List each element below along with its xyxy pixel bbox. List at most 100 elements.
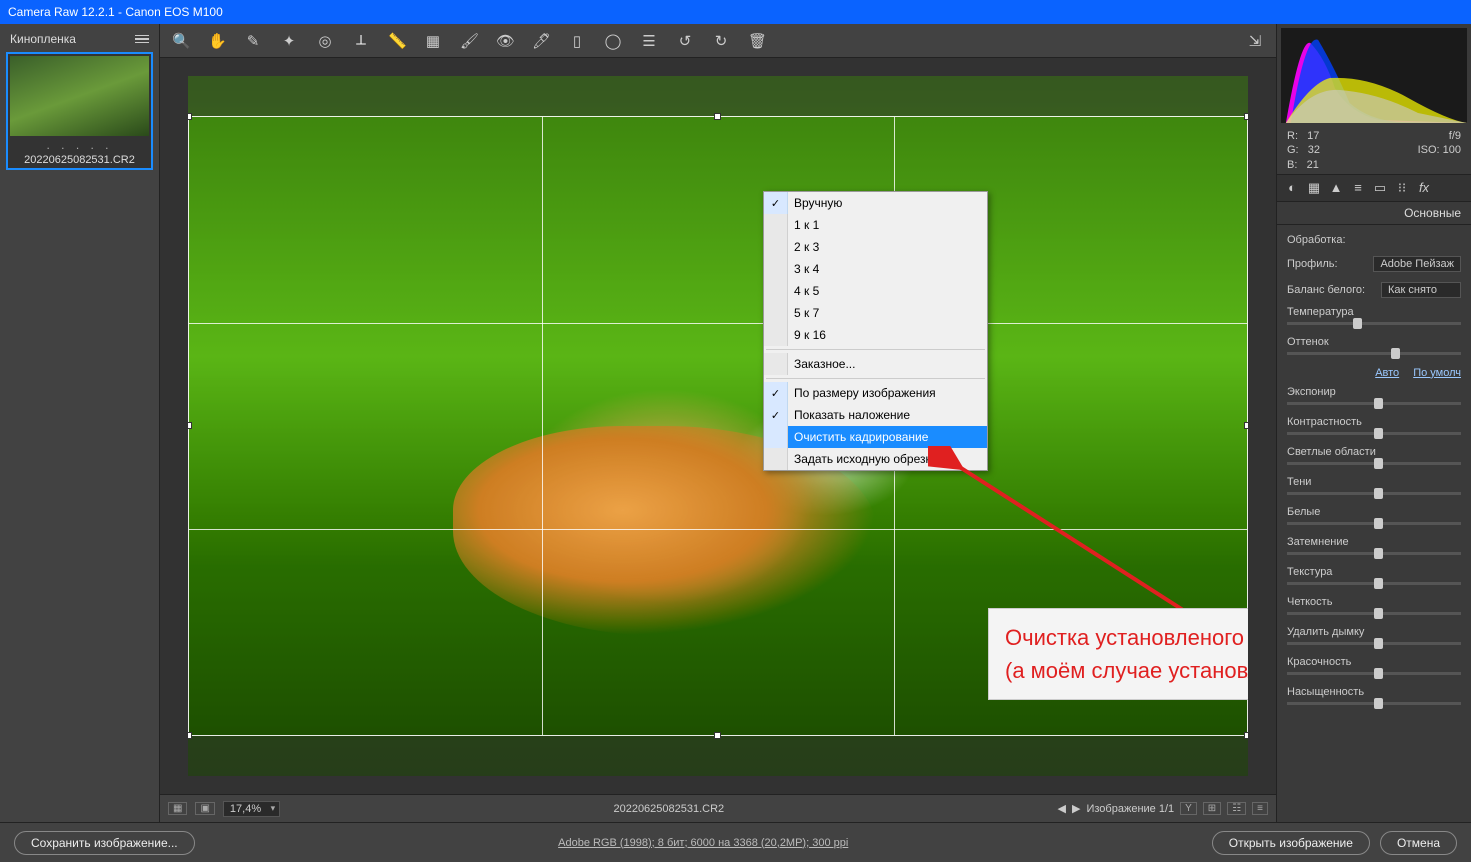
target-adjust-icon[interactable]: ◎: [316, 32, 334, 50]
slider-Белые[interactable]: [1287, 522, 1461, 525]
transform-icon[interactable]: ▦: [424, 32, 442, 50]
grid-toggle-icon[interactable]: ▦: [168, 802, 187, 815]
spot-heal-icon[interactable]: 🖌: [460, 32, 478, 50]
annotation-callout: Очистка установленого кадрирования (а мо…: [988, 608, 1248, 700]
opt1-icon[interactable]: ⊞: [1203, 802, 1221, 815]
rgb-readout: R: 17 G: 32 B: 21 f/9 ISO: 100: [1277, 127, 1471, 174]
slider-Насыщенность[interactable]: [1287, 702, 1461, 705]
redeye-icon[interactable]: 👁: [496, 32, 514, 50]
slider-Четкость[interactable]: [1287, 612, 1461, 615]
open-button[interactable]: Открыть изображение: [1212, 831, 1370, 855]
opt3-icon[interactable]: ≡: [1252, 802, 1268, 815]
toolbar: 🔍 ✋ ✎ ✦ ◎ ⟂ 📏 ▦ 🖌 👁 🖊 ▯ ◯ ☰ ↺ ↻ 🗑 ⇲: [160, 24, 1276, 58]
slider-Контрастность[interactable]: [1287, 432, 1461, 435]
slider-Красочность[interactable]: [1287, 672, 1461, 675]
hand-tool-icon[interactable]: ✋: [208, 32, 226, 50]
list-icon[interactable]: ☰: [640, 32, 658, 50]
rotate-ccw-icon[interactable]: ↺: [676, 32, 694, 50]
slider-Удалить дымку[interactable]: [1287, 642, 1461, 645]
thumbnail-rating[interactable]: . . . . .: [10, 138, 149, 152]
ctx-set-original[interactable]: Задать исходную обрезку: [764, 448, 987, 470]
ctx-overlay[interactable]: ✓Показать наложение: [764, 404, 987, 426]
tab-lens-icon[interactable]: ⁝⁝: [1393, 179, 1411, 197]
temp-slider[interactable]: [1287, 322, 1461, 325]
trash-icon[interactable]: 🗑: [748, 32, 766, 50]
rotate-cw-icon[interactable]: ↻: [712, 32, 730, 50]
adjustments-panel: R: 17 G: 32 B: 21 f/9 ISO: 100 ◐ ▦ ▲ ≡ ▭…: [1276, 24, 1471, 822]
open-copy-icon[interactable]: ⇲: [1246, 32, 1264, 50]
slider-Текстура[interactable]: [1287, 582, 1461, 585]
tab-hsl-icon[interactable]: ≡: [1349, 179, 1367, 197]
filmstrip-panel: Кинопленка . . . . . 20220625082531.CR2: [0, 24, 160, 822]
auto-link[interactable]: Авто: [1375, 367, 1399, 379]
nav-counter: Изображение 1/1: [1086, 803, 1174, 815]
tint-label: Оттенок: [1287, 336, 1329, 348]
zoom-dropdown[interactable]: 17,4%: [223, 801, 280, 817]
window-titlebar: Camera Raw 12.2.1 - Canon EOS M100: [0, 0, 1471, 24]
workflow-link[interactable]: Adobe RGB (1998); 8 бит; 6000 на 3368 (2…: [195, 837, 1212, 849]
radial-icon[interactable]: ◯: [604, 32, 622, 50]
ctx-3to4[interactable]: 3 к 4: [764, 258, 987, 280]
slider-Экспонир[interactable]: [1287, 402, 1461, 405]
slider-label: Светлые области: [1287, 446, 1376, 458]
crop-tool-icon[interactable]: ⟂: [352, 32, 370, 49]
tab-basic-icon[interactable]: ◐: [1283, 179, 1301, 197]
ctx-1to1[interactable]: 1 к 1: [764, 214, 987, 236]
slider-label: Насыщенность: [1287, 686, 1364, 698]
slider-label: Текстура: [1287, 566, 1332, 578]
ctx-fit[interactable]: ✓По размеру изображения: [764, 382, 987, 404]
treatment-label: Обработка:: [1287, 234, 1346, 246]
zoom-tool-icon[interactable]: 🔍: [172, 32, 190, 50]
ctx-9to16[interactable]: 9 к 16: [764, 324, 987, 346]
slider-label: Белые: [1287, 506, 1320, 518]
tab-detail-icon[interactable]: ▲: [1327, 179, 1345, 197]
profile-dropdown[interactable]: Adobe Пейзаж: [1373, 256, 1461, 272]
status-filename: 20220625082531.CR2: [288, 803, 1049, 815]
straighten-icon[interactable]: 📏: [388, 32, 406, 50]
slider-label: Контрастность: [1287, 416, 1362, 428]
tab-curve-icon[interactable]: ▦: [1305, 179, 1323, 197]
compare-icon[interactable]: ▣: [195, 802, 214, 815]
ctx-2to3[interactable]: 2 к 3: [764, 236, 987, 258]
nav-next-icon[interactable]: ▶: [1072, 802, 1080, 815]
slider-Светлые области[interactable]: [1287, 462, 1461, 465]
opt2-icon[interactable]: ☷: [1227, 802, 1246, 815]
crop-context-menu: ✓Вручную 1 к 1 2 к 3 3 к 4 4 к 5 5 к 7 9…: [763, 191, 988, 471]
gradient-icon[interactable]: ▯: [568, 32, 586, 50]
image-canvas[interactable]: ✓Вручную 1 к 1 2 к 3 3 к 4 4 к 5 5 к 7 9…: [188, 76, 1248, 776]
canvas-statusbar: ▦ ▣ 17,4% 20220625082531.CR2 ◀ ▶ Изображ…: [160, 794, 1276, 822]
default-link[interactable]: По умолч: [1413, 367, 1461, 379]
ctx-clear-crop[interactable]: Очистить кадрирование: [764, 426, 987, 448]
slider-Затемнение[interactable]: [1287, 552, 1461, 555]
color-sampler-icon[interactable]: ✦: [280, 32, 298, 50]
tint-slider[interactable]: [1287, 352, 1461, 355]
save-button[interactable]: Сохранить изображение...: [14, 831, 195, 855]
histogram[interactable]: [1281, 28, 1467, 123]
cancel-button[interactable]: Отмена: [1380, 831, 1457, 855]
ctx-4to5[interactable]: 4 к 5: [764, 280, 987, 302]
ctx-manual[interactable]: ✓Вручную: [764, 192, 987, 214]
brush-icon[interactable]: 🖊: [532, 32, 550, 50]
slider-label: Красочность: [1287, 656, 1351, 668]
slider-Тени[interactable]: [1287, 492, 1461, 495]
wb-dropdown[interactable]: Как снято: [1381, 282, 1461, 298]
mark-button[interactable]: Y: [1180, 802, 1197, 815]
tab-fx-icon[interactable]: fx: [1415, 179, 1433, 197]
filmstrip-title: Кинопленка: [10, 32, 76, 46]
slider-label: Экспонир: [1287, 386, 1336, 398]
panel-title: Основные: [1277, 202, 1471, 225]
slider-label: Затемнение: [1287, 536, 1349, 548]
temp-label: Температура: [1287, 306, 1354, 318]
slider-label: Тени: [1287, 476, 1311, 488]
ctx-custom[interactable]: Заказное...: [764, 353, 987, 375]
tab-split-icon[interactable]: ▭: [1371, 179, 1389, 197]
thumbnail[interactable]: . . . . . 20220625082531.CR2: [6, 52, 153, 170]
slider-label: Удалить дымку: [1287, 626, 1364, 638]
ctx-5to7[interactable]: 5 к 7: [764, 302, 987, 324]
thumbnail-image: [10, 56, 149, 136]
slider-label: Четкость: [1287, 596, 1332, 608]
nav-prev-icon[interactable]: ◀: [1058, 802, 1066, 815]
filmstrip-menu-icon[interactable]: [135, 33, 149, 46]
profile-label: Профиль:: [1287, 258, 1338, 270]
eyedropper-icon[interactable]: ✎: [244, 32, 262, 50]
